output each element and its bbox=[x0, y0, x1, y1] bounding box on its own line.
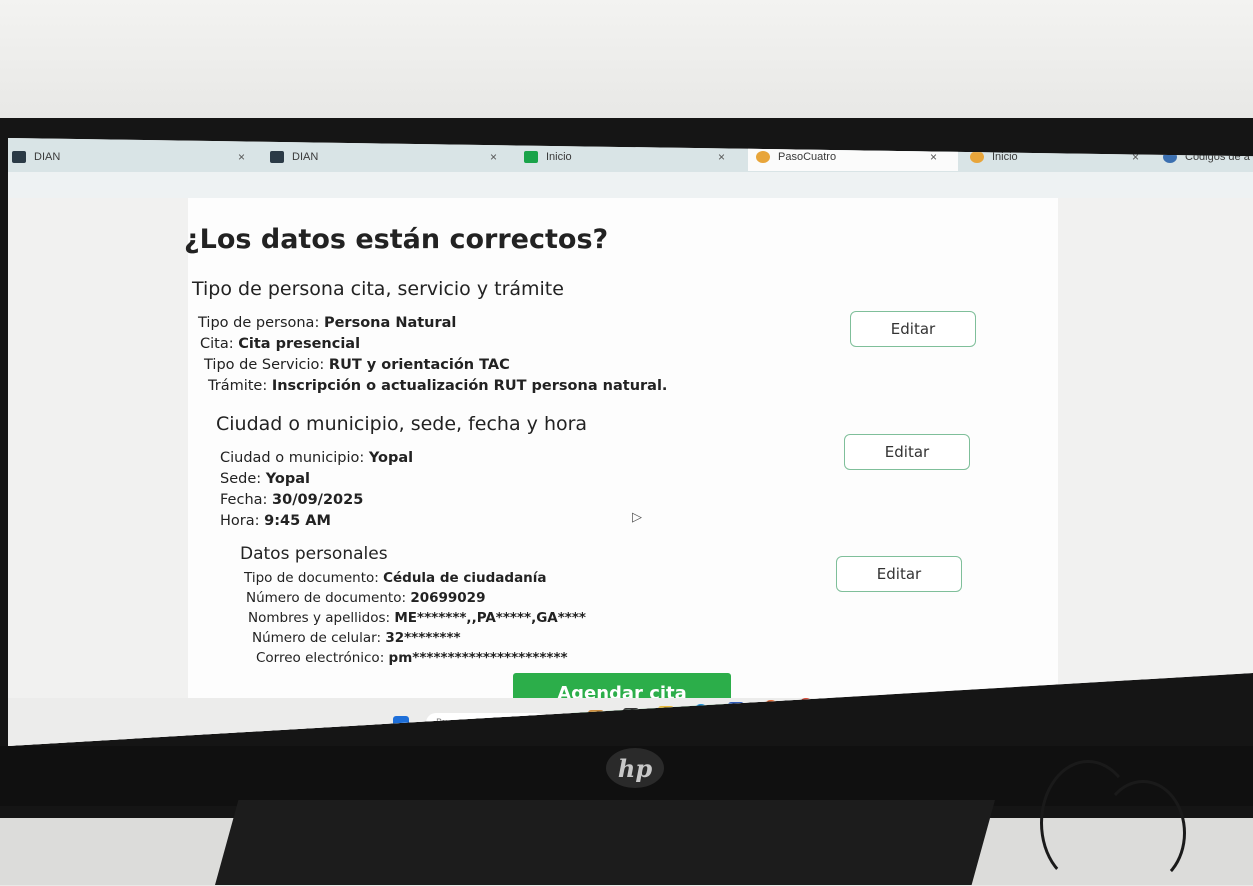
tab-dian-2[interactable]: DIAN × bbox=[270, 143, 510, 171]
row-ciudad: Ciudad o municipio: Yopal bbox=[220, 450, 414, 466]
close-tab-icon[interactable]: × bbox=[490, 150, 497, 164]
section-heading-personal: Datos personales bbox=[240, 544, 388, 564]
row-correo: Correo electrónico: pm******************… bbox=[256, 650, 568, 666]
close-tab-icon[interactable]: × bbox=[718, 150, 725, 164]
tab-label: PasoCuatro bbox=[778, 151, 837, 163]
green-page-icon bbox=[524, 151, 538, 163]
section-heading-location: Ciudad o municipio, sede, fecha y hora bbox=[216, 413, 588, 435]
tab-label: DIAN bbox=[292, 151, 319, 163]
close-tab-icon[interactable]: × bbox=[930, 150, 937, 164]
left-margin bbox=[8, 198, 188, 746]
tab-label: DIAN bbox=[34, 151, 61, 163]
row-nombres: Nombres y apellidos: ME*******,,PA*****,… bbox=[248, 610, 586, 626]
monitor-screen: DIAN × DIAN × Inicio × PasoCuatro × Inic… bbox=[8, 138, 1253, 746]
hp-logo-icon: hp bbox=[606, 748, 664, 788]
tab-dian-1[interactable]: DIAN × bbox=[12, 143, 252, 171]
section-heading-service: Tipo de persona cita, servicio y trámite bbox=[192, 278, 564, 300]
edit-location-button[interactable]: Editar bbox=[844, 434, 970, 470]
tab-label: Inicio bbox=[546, 151, 572, 163]
dian-icon bbox=[270, 151, 284, 163]
row-tipo-servicio: Tipo de Servicio: RUT y orientación TAC bbox=[204, 357, 510, 373]
row-cita: Cita: Cita presencial bbox=[200, 336, 361, 352]
right-margin bbox=[1058, 198, 1253, 746]
row-sede: Sede: Yopal bbox=[220, 471, 311, 487]
tab-label: Inicio bbox=[992, 151, 1018, 163]
row-celular: Número de celular: 32******** bbox=[252, 630, 461, 646]
page-title: ¿Los datos están correctos? bbox=[184, 224, 609, 255]
orange-page-icon bbox=[756, 151, 770, 163]
monitor-stand bbox=[215, 800, 995, 885]
orange-page-icon bbox=[970, 151, 984, 163]
mouse-cursor-icon: ▷ bbox=[632, 510, 642, 525]
edit-personal-button[interactable]: Editar bbox=[836, 556, 962, 592]
cable-icon bbox=[1100, 780, 1186, 886]
browser-toolbar bbox=[8, 172, 1253, 198]
edit-service-button[interactable]: Editar bbox=[850, 311, 976, 347]
row-hora: Hora: 9:45 AM bbox=[220, 513, 331, 529]
row-tramite: Trámite: Inscripción o actualización RUT… bbox=[208, 378, 668, 394]
row-numero-documento: Número de documento: 20699029 bbox=[246, 590, 486, 606]
close-tab-icon[interactable]: × bbox=[238, 150, 245, 164]
row-tipo-persona: Tipo de persona: Persona Natural bbox=[198, 315, 457, 331]
row-tipo-documento: Tipo de documento: Cédula de ciudadanía bbox=[244, 570, 547, 586]
dian-icon bbox=[12, 151, 26, 163]
row-fecha: Fecha: 30/09/2025 bbox=[220, 492, 364, 508]
